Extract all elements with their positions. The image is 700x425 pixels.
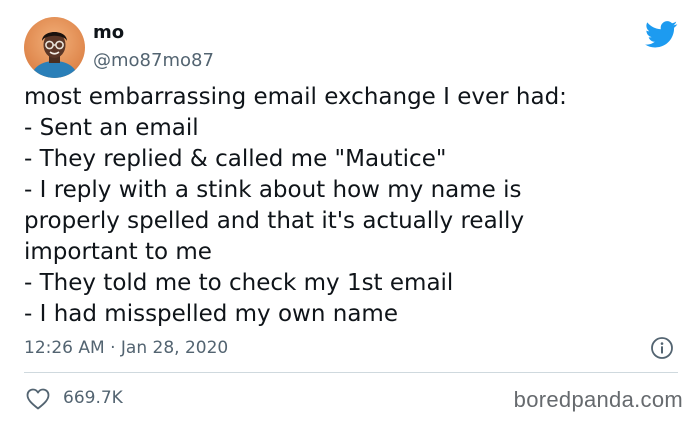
author-display-name[interactable]: mo <box>93 21 124 45</box>
tweet-line: - They told me to check my 1st email <box>24 270 454 296</box>
tweet-timestamp[interactable]: 12:26 AM · Jan 28, 2020 <box>24 336 228 360</box>
avatar[interactable] <box>24 17 85 78</box>
profile-photo-icon <box>24 17 85 78</box>
tweet-line: - They replied & called me "Mautice" <box>24 146 447 172</box>
tweet-line: properly spelled and that it's actually … <box>24 208 525 234</box>
twitter-bird-icon <box>645 21 678 48</box>
tweet-line: - Sent an email <box>24 115 199 141</box>
like-count[interactable]: 669.7K <box>63 386 123 410</box>
divider <box>24 372 678 373</box>
tweet-line: - I had misspelled my own name <box>24 301 398 327</box>
author-handle[interactable]: @mo87mo87 <box>93 49 214 73</box>
tweet-text: most embarrassing email exchange I ever … <box>24 82 684 330</box>
watermark: boredpanda.com <box>513 387 683 412</box>
tweet-line: important to me <box>24 239 212 265</box>
heart-outline-icon[interactable] <box>26 388 50 410</box>
info-circle-icon[interactable] <box>650 336 674 360</box>
tweet-line: most embarrassing email exchange I ever … <box>24 84 567 110</box>
tweet-line: - I reply with a stink about how my name… <box>24 177 522 203</box>
